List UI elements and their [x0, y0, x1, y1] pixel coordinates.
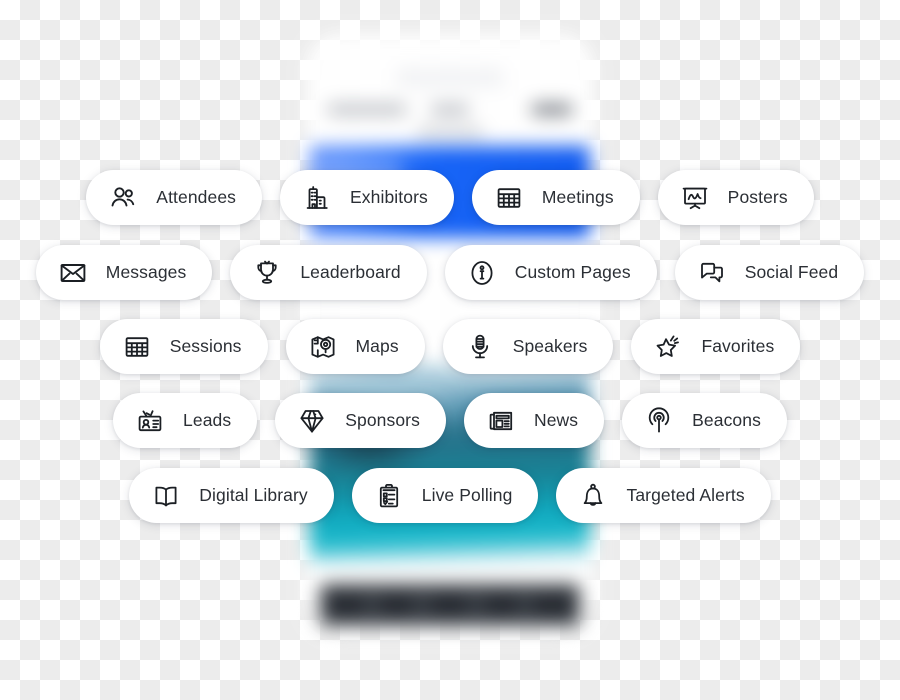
menu-item-beacons[interactable]: Beacons — [622, 393, 787, 448]
menu-item-digital-library[interactable]: Digital Library — [129, 468, 334, 523]
menu-item-label: Exhibitors — [350, 186, 428, 207]
menu-item-meetings[interactable]: Meetings — [471, 170, 640, 225]
map-pin-icon — [308, 332, 338, 362]
menu-item-leaderboard[interactable]: Leaderboard — [230, 245, 427, 300]
menu-item-live-polling[interactable]: Live Polling — [351, 468, 539, 523]
menu-item-label: Sessions — [169, 335, 242, 356]
menu-item-custom-pages[interactable]: Custom Pages — [444, 245, 657, 300]
newspaper-icon — [486, 406, 516, 436]
id-badge-icon — [135, 406, 165, 436]
menu-item-label: Social Feed — [744, 261, 839, 282]
menu-item-label: Posters — [727, 186, 788, 207]
feature-row: Leads Sponsors News Beacons — [0, 393, 900, 448]
menu-item-posters[interactable]: Posters — [657, 170, 814, 225]
menu-item-exhibitors[interactable]: Exhibitors — [280, 170, 454, 225]
menu-item-sessions[interactable]: Sessions — [99, 319, 268, 374]
clipboard-checklist-icon — [374, 481, 404, 511]
menu-item-label: Digital Library — [199, 484, 308, 505]
menu-item-speakers[interactable]: Speakers — [442, 319, 614, 374]
menu-item-label: Meetings — [541, 186, 614, 207]
menu-item-sponsors[interactable]: Sponsors — [275, 393, 446, 448]
menu-item-messages[interactable]: Messages — [35, 245, 213, 300]
envelope-icon — [58, 258, 88, 288]
feature-row: Digital Library Live Polling Targeted Al… — [0, 468, 900, 523]
feature-row: Sessions Maps Speakers Favorites — [0, 319, 900, 374]
screenshot-canvas: Attendees Exhibitors Meetings Posters Me… — [0, 0, 900, 700]
feature-row: Attendees Exhibitors Meetings Posters — [0, 170, 900, 225]
grid-table-icon — [494, 183, 524, 213]
menu-item-news[interactable]: News — [463, 393, 605, 448]
diamond-icon — [297, 406, 327, 436]
people-icon — [108, 183, 138, 213]
beacon-signal-icon — [644, 406, 674, 436]
star-sparkle-icon — [653, 332, 683, 362]
menu-item-leads[interactable]: Leads — [113, 393, 258, 448]
menu-item-label: Leaderboard — [300, 261, 401, 282]
menu-item-label: Messages — [105, 261, 187, 282]
menu-item-label: Maps — [355, 335, 399, 356]
feature-menu: Attendees Exhibitors Meetings Posters Me… — [0, 0, 900, 700]
presentation-board-icon — [680, 183, 710, 213]
menu-item-label: Sponsors — [345, 409, 420, 430]
menu-item-favorites[interactable]: Favorites — [631, 319, 801, 374]
feature-row: Messages Leaderboard Custom Pages Social… — [0, 245, 900, 300]
menu-item-label: Beacons — [692, 409, 761, 430]
menu-item-social-feed[interactable]: Social Feed — [674, 245, 865, 300]
info-circle-icon — [467, 258, 497, 288]
bell-icon — [578, 481, 608, 511]
open-book-icon — [151, 481, 181, 511]
menu-item-label: Favorites — [701, 335, 775, 356]
menu-item-attendees[interactable]: Attendees — [86, 170, 263, 225]
menu-item-label: News — [533, 409, 579, 430]
menu-item-label: Custom Pages — [514, 261, 631, 282]
menu-item-label: Speakers — [512, 335, 588, 356]
menu-item-targeted-alerts[interactable]: Targeted Alerts — [556, 468, 771, 523]
menu-item-label: Attendees — [156, 186, 237, 207]
trophy-icon — [252, 258, 282, 288]
building-icon — [302, 183, 332, 213]
menu-item-maps[interactable]: Maps — [285, 319, 425, 374]
grid-table-icon — [122, 332, 152, 362]
microphone-icon — [465, 332, 495, 362]
chat-bubbles-icon — [697, 258, 727, 288]
menu-item-label: Targeted Alerts — [626, 484, 745, 505]
menu-item-label: Live Polling — [421, 484, 513, 505]
menu-item-label: Leads — [183, 409, 232, 430]
